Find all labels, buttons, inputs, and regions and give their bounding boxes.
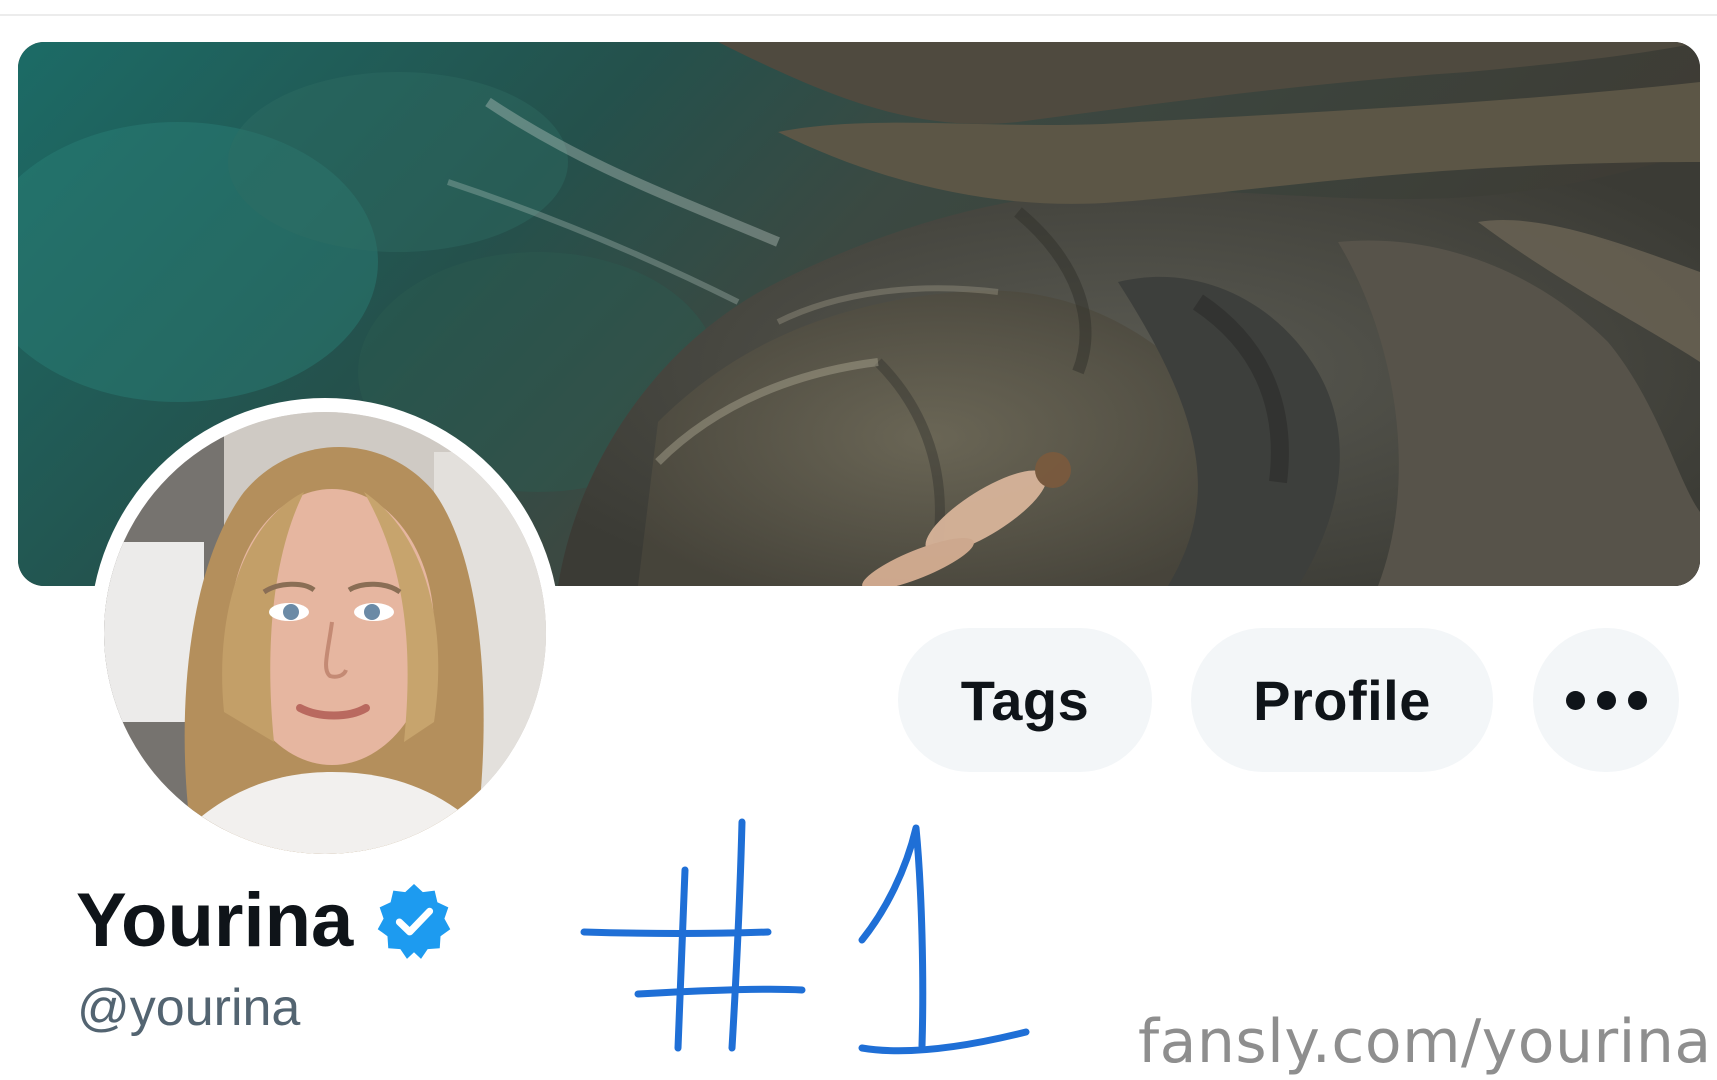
profile-page: Tags Profile Yourina @yourina fansly.com… [0, 0, 1717, 1080]
tags-button-label: Tags [960, 668, 1090, 732]
display-name-row: Yourina [76, 882, 453, 960]
verified-badge-icon [378, 883, 451, 959]
display-name: Yourina [76, 878, 354, 963]
more-options-button[interactable] [1533, 628, 1679, 772]
profile-button[interactable]: Profile [1191, 628, 1493, 772]
watermark-text: fansly.com/yourina [1138, 1007, 1712, 1077]
tags-button[interactable]: Tags [898, 628, 1152, 772]
avatar-image [104, 412, 546, 854]
avatar[interactable] [90, 398, 560, 868]
username: @yourina [77, 979, 301, 1037]
handwritten-number-one-annotation [580, 818, 1030, 1055]
more-horizontal-icon [1565, 690, 1647, 710]
top-divider [0, 0, 1717, 16]
profile-button-label: Profile [1253, 668, 1431, 732]
